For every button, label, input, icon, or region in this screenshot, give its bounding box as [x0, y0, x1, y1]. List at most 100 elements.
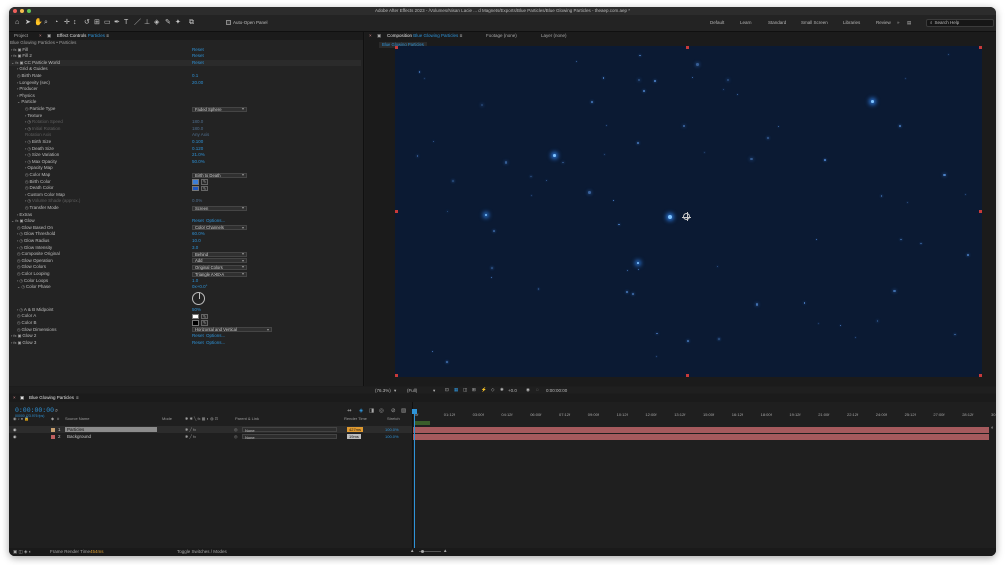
- disclosure-arrow-icon[interactable]: ›: [25, 159, 26, 166]
- region-of-interest-icon[interactable]: ⊡: [445, 387, 449, 393]
- disclosure-arrow-icon[interactable]: ›: [25, 198, 26, 205]
- stopwatch-icon[interactable]: ◷: [27, 146, 31, 153]
- disclosure-arrow-icon[interactable]: ›: [17, 238, 18, 245]
- home-icon[interactable]: ⌂: [15, 19, 19, 27]
- timeline-zoom-thumb[interactable]: [421, 549, 424, 553]
- effect-property-row[interactable]: ⌄ fx ▣ Glow Reset Options...: [9, 218, 361, 225]
- stopwatch-icon[interactable]: ◷: [19, 278, 23, 285]
- comp-lock-icon[interactable]: ▣: [377, 33, 381, 39]
- property-dropdown[interactable]: Screen: [192, 205, 247, 211]
- layer-name[interactable]: Background: [65, 434, 157, 439]
- timeline-current-time[interactable]: 0:00:00:00: [15, 407, 54, 414]
- label-color[interactable]: [51, 427, 55, 432]
- layer-row[interactable]: ◉ 2 Background ✱ ╱ fx ◎ None 19ms 100.0%: [9, 433, 412, 440]
- property-value[interactable]: 21.0%: [192, 152, 205, 159]
- effect-property-row[interactable]: › fx ▣ Glow 3 Reset Options...: [9, 340, 361, 347]
- color-swatch[interactable]: [192, 313, 199, 320]
- transform-handle[interactable]: [395, 374, 398, 377]
- puppet-tool-icon[interactable]: ✦: [175, 19, 181, 27]
- fx-toggle-icon[interactable]: fx ▣: [15, 218, 23, 225]
- property-dropdown[interactable]: Faded Sphere: [192, 106, 247, 112]
- tab-footage[interactable]: Footage (none): [486, 33, 517, 38]
- effect-property-row[interactable]: ◷ Birth Rate 0.1: [9, 73, 361, 80]
- stopwatch-icon[interactable]: ◷: [17, 271, 21, 278]
- property-value[interactable]: 3.0: [192, 245, 198, 252]
- stopwatch-icon[interactable]: ◷: [17, 320, 21, 327]
- color-swatch[interactable]: [192, 179, 199, 185]
- property-value[interactable]: Reset: [192, 333, 204, 340]
- property-value[interactable]: 60.0%: [192, 231, 205, 238]
- stopwatch-icon[interactable]: ◷: [17, 258, 21, 265]
- effect-property-row[interactable]: ◷ Color B ✎: [9, 320, 361, 327]
- parent-dropdown[interactable]: None: [242, 427, 337, 433]
- show-snapshot-icon[interactable]: ◌: [536, 387, 539, 392]
- pen-tool-icon[interactable]: ✒: [114, 19, 120, 27]
- workspace-default[interactable]: Default: [710, 20, 724, 25]
- effect-property-row[interactable]: Rotation Axis Any Axis: [9, 132, 361, 139]
- disclosure-arrow-icon[interactable]: ›: [11, 340, 12, 347]
- effect-property-row[interactable]: › ◷ Death Size 0.120: [9, 146, 361, 153]
- disclosure-arrow-icon[interactable]: ›: [17, 245, 18, 252]
- effect-property-row[interactable]: › ◷ Glow Intensity 3.0: [9, 245, 361, 252]
- eyedropper-icon[interactable]: ✎: [201, 320, 208, 326]
- effect-property-row[interactable]: › Physics: [9, 93, 361, 100]
- effect-property-row[interactable]: ◷ Transfer Mode Screen: [9, 205, 361, 212]
- workspace-panel-icon[interactable]: ▤: [907, 20, 911, 26]
- stopwatch-icon[interactable]: ◷: [21, 284, 25, 291]
- close-tab-icon[interactable]: ×: [39, 33, 42, 38]
- disclosure-arrow-icon[interactable]: ›: [25, 119, 26, 126]
- disclosure-arrow-icon[interactable]: ⌄: [17, 284, 20, 291]
- tab-layer[interactable]: Layer (none): [541, 33, 567, 38]
- stopwatch-icon[interactable]: ◷: [17, 225, 21, 232]
- render-time-header[interactable]: Render Time: [344, 416, 367, 421]
- layer-switches-icon[interactable]: ✱ ╱ fx: [185, 426, 196, 433]
- disclosure-arrow-icon[interactable]: ›: [11, 333, 12, 340]
- stopwatch-icon[interactable]: ◷: [19, 238, 23, 245]
- zoom-tool-icon[interactable]: ⌕: [44, 19, 48, 27]
- color-swatch[interactable]: [192, 320, 199, 326]
- eyedropper-icon[interactable]: ✎: [201, 313, 208, 320]
- zoom-in-icon[interactable]: ▲: [443, 548, 447, 553]
- effect-property-row[interactable]: [9, 291, 361, 307]
- exposure-value[interactable]: +0.0: [508, 388, 517, 393]
- property-dropdown[interactable]: Add: [192, 258, 247, 264]
- workspace-overflow-icon[interactable]: »: [897, 20, 900, 25]
- effect-property-row[interactable]: ◷ Color Looping Triangle A>B>A: [9, 271, 361, 278]
- effect-property-row[interactable]: ⌄ ◷ Color Phase 0x+0.0°: [9, 284, 361, 291]
- anchor-point-icon[interactable]: [682, 212, 691, 221]
- property-value[interactable]: 50.0%: [192, 159, 205, 166]
- work-area-start[interactable]: [414, 421, 430, 425]
- effect-property-row[interactable]: ◷ Birth Color ✎: [9, 179, 361, 186]
- stopwatch-icon[interactable]: ◷: [25, 179, 29, 186]
- effect-property-row[interactable]: › Longevity (sec) 20.00: [9, 80, 361, 87]
- effect-property-row[interactable]: › ◷ Color Loops 1.0: [9, 278, 361, 285]
- stopwatch-icon[interactable]: ◷: [19, 307, 23, 314]
- layer-row[interactable]: ◉ 1 Particles ✱ ╱ fx ◎ None 427ms 100.0%: [9, 426, 412, 433]
- property-dropdown[interactable]: Horizontal and Vertical: [192, 327, 272, 333]
- disclosure-arrow-icon[interactable]: ›: [17, 231, 18, 238]
- roto-brush-tool-icon[interactable]: ✎: [165, 19, 171, 27]
- visibility-eye-icon[interactable]: ◉: [13, 426, 17, 433]
- property-value[interactable]: 50%: [192, 307, 201, 314]
- selection-tool-icon[interactable]: ➤: [25, 19, 31, 27]
- rectangle-tool-icon[interactable]: ▭: [104, 19, 111, 27]
- transform-handle[interactable]: [979, 46, 982, 49]
- dolly-tool-icon[interactable]: ↕: [73, 19, 77, 27]
- effect-property-row[interactable]: › ◷ Max Opacity 50.0%: [9, 159, 361, 166]
- color-swatch[interactable]: [192, 185, 199, 192]
- effect-property-row[interactable]: ◷ Composite Original Behind: [9, 251, 361, 258]
- stopwatch-icon[interactable]: ◷: [27, 152, 31, 159]
- mode-header[interactable]: Mode: [162, 416, 172, 421]
- effect-property-row[interactable]: › Producer: [9, 86, 361, 93]
- effect-property-row[interactable]: › ◷ Glow Radius 10.0: [9, 238, 361, 245]
- options-link[interactable]: Options...: [206, 218, 225, 225]
- stopwatch-icon[interactable]: ◷: [17, 251, 21, 258]
- label-color[interactable]: [51, 434, 55, 439]
- stopwatch-icon[interactable]: ◷: [17, 327, 21, 334]
- stopwatch-icon[interactable]: ◷: [25, 185, 29, 192]
- parent-dropdown[interactable]: None: [242, 434, 337, 440]
- timeline-panel-menu-icon[interactable]: ≡: [76, 395, 79, 400]
- tab-project[interactable]: Project: [14, 33, 28, 38]
- property-value[interactable]: Reset: [192, 47, 204, 54]
- tab-effect-controls[interactable]: Effect Controls Particles ≡: [57, 33, 109, 38]
